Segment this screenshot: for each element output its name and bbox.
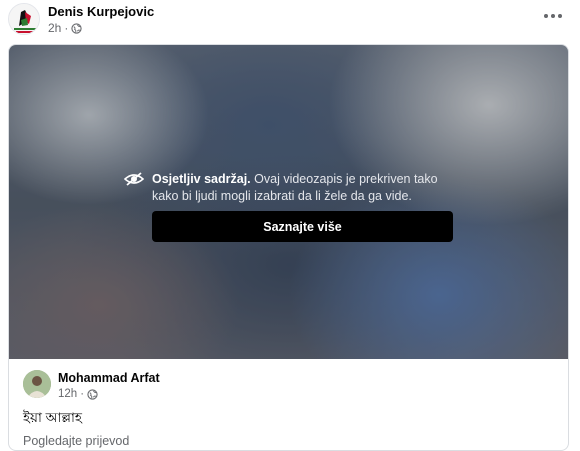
more-dot bbox=[551, 14, 555, 18]
shared-author-name[interactable]: Mohammad Arfat bbox=[58, 371, 160, 385]
globe-icon bbox=[71, 22, 82, 34]
shared-post-footer: Mohammad Arfat 12h · ইয়া আল্লাহ Pogleda… bbox=[9, 359, 568, 450]
warning-text: Osjetljiv sadržaj. Ovaj videozapis je pr… bbox=[152, 171, 452, 205]
shared-post-card: Osjetljiv sadržaj. Ovaj videozapis je pr… bbox=[8, 44, 569, 451]
author-name[interactable]: Denis Kurpejovic bbox=[48, 4, 154, 19]
warning-title: Osjetljiv sadržaj. bbox=[152, 172, 251, 186]
more-options-button[interactable] bbox=[540, 6, 566, 26]
author-avatar[interactable] bbox=[8, 3, 40, 35]
shared-post-text: ইয়া আল্লাহ bbox=[23, 410, 82, 425]
post-header: Denis Kurpejovic 2h · bbox=[0, 0, 580, 44]
sensitive-video[interactable]: Osjetljiv sadržaj. Ovaj videozapis je pr… bbox=[9, 45, 568, 359]
see-translation-link[interactable]: Pogledajte prijevod bbox=[23, 434, 129, 448]
more-horizontal-icon bbox=[544, 14, 548, 18]
shared-post-time[interactable]: 12h bbox=[58, 388, 77, 400]
commenter-avatar[interactable] bbox=[23, 370, 51, 398]
post-time[interactable]: 2h bbox=[48, 21, 61, 35]
learn-more-button[interactable]: Saznajte više bbox=[152, 211, 453, 242]
more-dot bbox=[558, 14, 562, 18]
eye-crossed-icon bbox=[124, 172, 144, 186]
meta-separator: · bbox=[64, 21, 69, 35]
post-meta: 2h · bbox=[48, 21, 82, 35]
globe-icon bbox=[87, 388, 98, 400]
meta-separator: · bbox=[80, 388, 85, 400]
shared-post-meta: 12h · bbox=[58, 388, 98, 400]
